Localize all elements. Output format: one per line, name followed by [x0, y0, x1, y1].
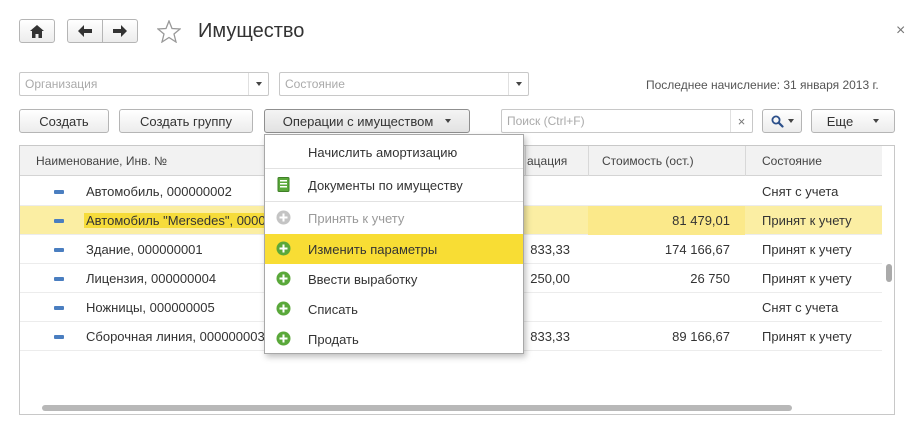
create-group-button[interactable]: Создать группу: [119, 109, 253, 133]
search-clear-button[interactable]: ×: [730, 110, 752, 132]
column-divider: [525, 146, 526, 176]
home-button[interactable]: [19, 19, 55, 43]
asset-depreciation: 250,00: [530, 271, 570, 286]
back-button[interactable]: [67, 19, 103, 43]
asset-icon: [54, 248, 64, 252]
asset-cost: 174 166,67: [664, 242, 730, 257]
home-icon: [30, 24, 44, 38]
page-title: Имущество: [198, 20, 305, 42]
search-options-button[interactable]: [762, 109, 802, 133]
column-divider: [588, 146, 589, 176]
asset-icon: [54, 219, 64, 223]
state-placeholder: Состояние: [285, 77, 345, 91]
asset-icon: [54, 190, 64, 194]
menu-item-write-off[interactable]: Списать: [265, 294, 523, 324]
vertical-scrollbar[interactable]: [882, 146, 894, 414]
menu-item-label: Ввести выработку: [308, 272, 418, 287]
asset-name: Сборочная линия, 000000003: [86, 329, 265, 344]
operations-menu: Начислить амортизацию Документы по имуще…: [264, 134, 524, 354]
close-icon[interactable]: ×: [896, 22, 905, 40]
menu-item-label: Списать: [308, 302, 358, 317]
menu-item-change-parameters[interactable]: Изменить параметры: [265, 234, 523, 264]
menu-item-accrue-depreciation[interactable]: Начислить амортизацию: [265, 137, 523, 167]
menu-item-label: Продать: [308, 332, 359, 347]
column-divider: [745, 146, 746, 176]
menu-item-label: Изменить параметры: [308, 242, 438, 257]
chevron-down-icon: [873, 119, 880, 123]
more-button[interactable]: Еще: [811, 109, 895, 133]
asset-name-text: Автомобиль "Mersedes", 0000: [84, 213, 268, 228]
state-field[interactable]: Состояние: [279, 72, 529, 96]
vertical-scroll-thumb[interactable]: [886, 264, 892, 282]
menu-separator: [265, 201, 523, 202]
favorite-star-icon[interactable]: [156, 19, 182, 46]
operations-button[interactable]: Операции с имуществом: [264, 109, 470, 133]
asset-state: Принят к учету: [762, 242, 852, 257]
forward-button[interactable]: [102, 19, 138, 43]
plus-circle-icon: [276, 301, 291, 316]
chevron-down-icon: [445, 119, 452, 123]
menu-item-label: Принять к учету: [308, 211, 405, 226]
horizontal-scroll-thumb[interactable]: [42, 405, 792, 411]
create-button[interactable]: Создать: [19, 109, 109, 133]
search-icon: [771, 115, 784, 128]
state-dropdown-button[interactable]: [508, 73, 528, 95]
asset-name: Лицензия, 000000004: [86, 271, 217, 286]
last-accrual-text: Последнее начисление: 31 января 2013 г.: [646, 78, 879, 92]
asset-cost: 81 479,01: [672, 213, 730, 228]
menu-item-sell[interactable]: Продать: [265, 324, 523, 354]
column-header-name[interactable]: Наименование, Инв. №: [36, 154, 167, 168]
search-input[interactable]: Поиск (Ctrl+F) ×: [501, 109, 753, 133]
asset-cost: 89 166,67: [672, 329, 730, 344]
plus-circle-icon: [276, 271, 291, 286]
organization-placeholder: Организация: [25, 77, 98, 91]
operations-label: Операции с имуществом: [282, 113, 434, 129]
asset-icon: [54, 335, 64, 339]
arrow-left-icon: [78, 25, 92, 37]
menu-item-enter-output[interactable]: Ввести выработку: [265, 264, 523, 294]
menu-item-label: Начислить амортизацию: [308, 145, 458, 160]
asset-depreciation: 833,33: [530, 329, 570, 344]
asset-name: Автомобиль, 000000002: [86, 184, 232, 199]
asset-state: Принят к учету: [762, 213, 852, 228]
document-list-icon: [277, 177, 290, 192]
asset-cost: 26 750: [690, 271, 730, 286]
chevron-down-icon: [787, 119, 794, 123]
menu-item-asset-documents[interactable]: Документы по имуществу: [265, 170, 523, 200]
asset-name: Здание, 000000001: [86, 242, 203, 257]
horizontal-scrollbar[interactable]: [20, 400, 882, 414]
asset-icon: [54, 306, 64, 310]
asset-icon: [54, 277, 64, 281]
asset-state: Снят с учета: [762, 184, 839, 199]
column-header-state[interactable]: Состояние: [762, 154, 822, 168]
asset-depreciation: 833,33: [530, 242, 570, 257]
organization-dropdown-button[interactable]: [248, 73, 268, 95]
menu-item-label: Документы по имуществу: [308, 178, 463, 193]
plus-circle-icon: [276, 241, 291, 256]
asset-name: Автомобиль "Mersedes", 0000: [84, 213, 268, 228]
menu-item-accept-for-accounting[interactable]: Принять к учету: [265, 203, 523, 233]
plus-circle-icon: [276, 210, 291, 225]
asset-state: Принят к учету: [762, 271, 852, 286]
plus-circle-icon: [276, 331, 291, 346]
more-label: Еще: [826, 113, 854, 129]
arrow-right-icon: [113, 25, 127, 37]
asset-state: Снят с учета: [762, 300, 839, 315]
column-header-cost[interactable]: Стоимость (ост.): [602, 154, 694, 168]
organization-field[interactable]: Организация: [19, 72, 269, 96]
asset-state: Принят к учету: [762, 329, 852, 344]
search-placeholder: Поиск (Ctrl+F): [507, 114, 585, 128]
chevron-down-icon: [515, 82, 522, 86]
chevron-down-icon: [255, 82, 262, 86]
column-header-depreciation[interactable]: ацация: [527, 154, 567, 168]
asset-name: Ножницы, 000000005: [86, 300, 215, 315]
menu-separator: [265, 168, 523, 169]
